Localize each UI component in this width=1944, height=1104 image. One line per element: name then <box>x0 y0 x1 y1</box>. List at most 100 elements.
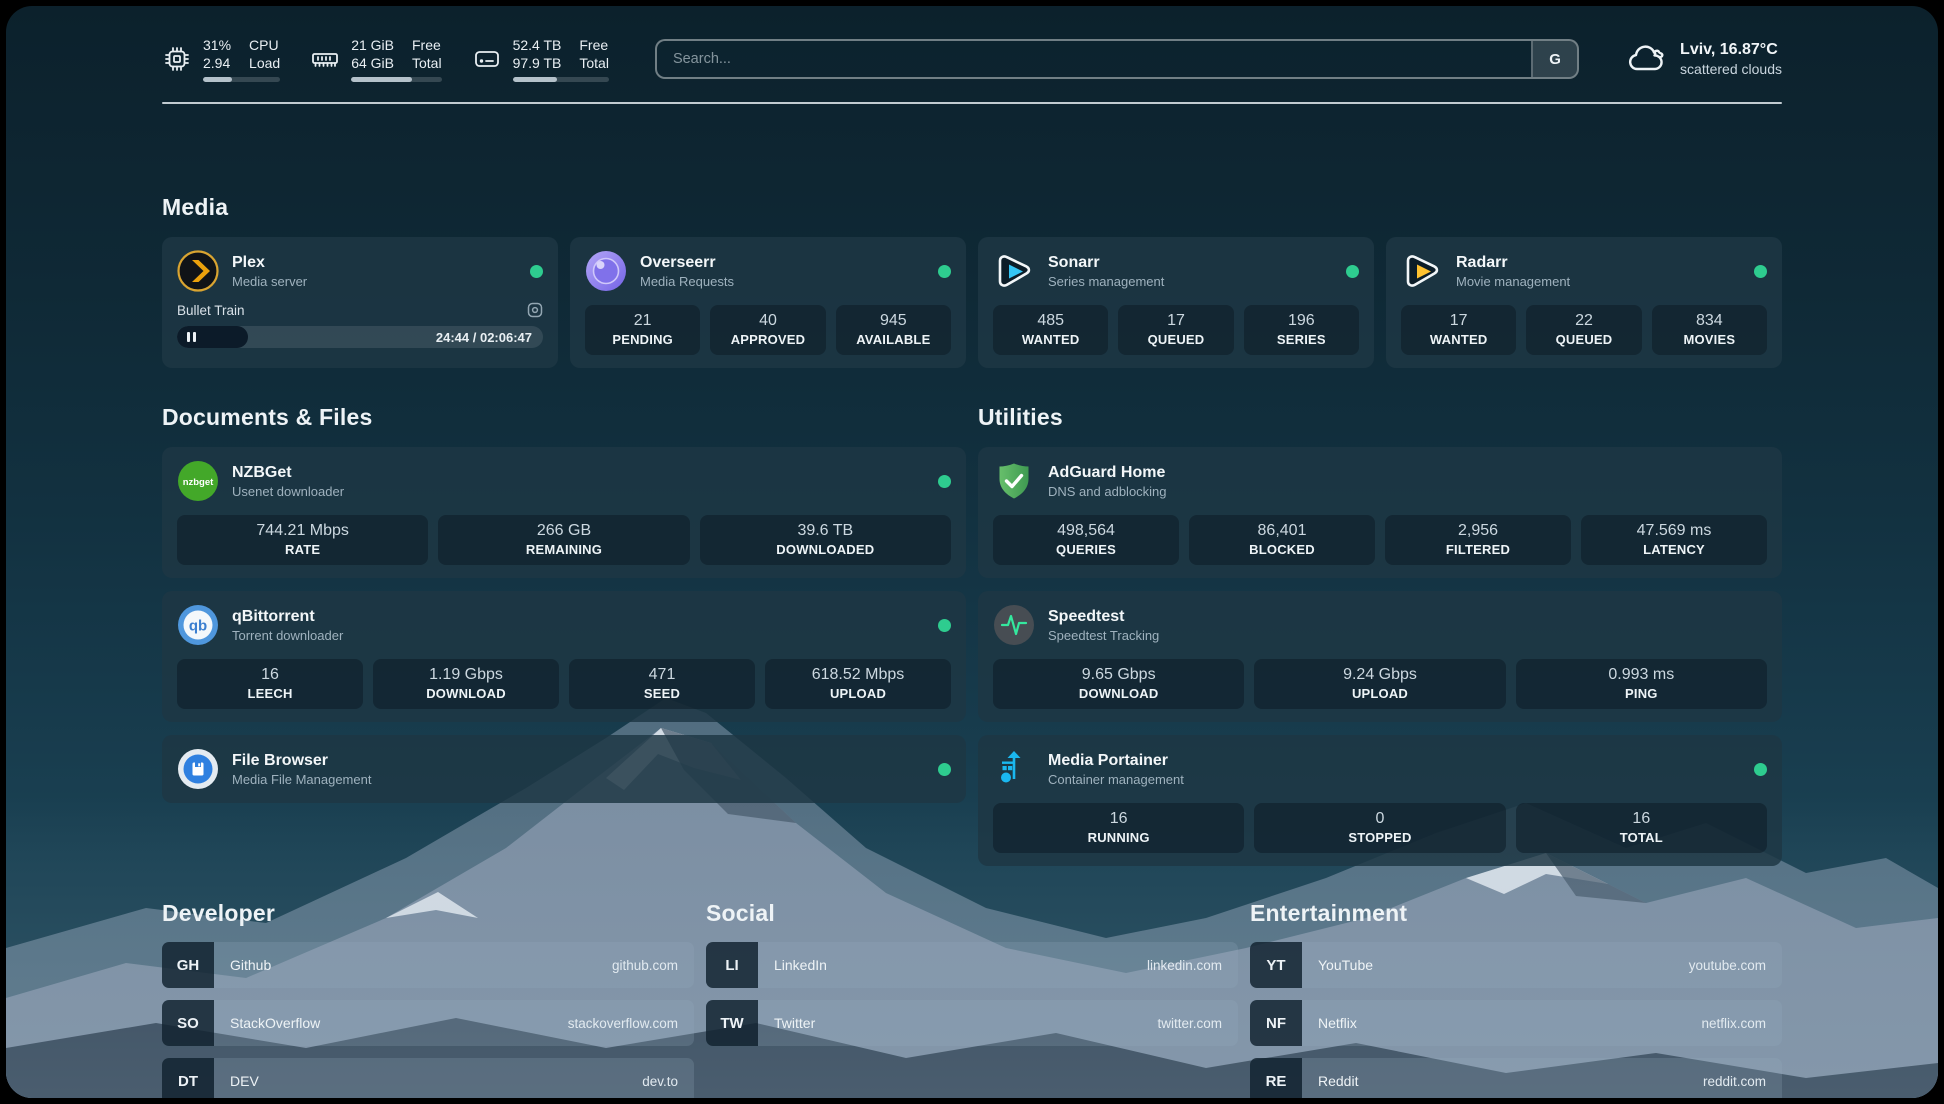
stat-label: QUEUED <box>1530 332 1637 347</box>
stat-queued: 22 QUEUED <box>1526 305 1641 355</box>
plex-name: Plex <box>232 254 307 272</box>
nzbget-status-dot <box>938 475 951 488</box>
memory-widget: 21 GiB 64 GiB Free Total <box>310 36 441 82</box>
stat-label: UPLOAD <box>1258 686 1501 701</box>
svg-text:qb: qb <box>189 618 207 635</box>
memory-progress-bar <box>351 77 441 82</box>
stat-label: UPLOAD <box>769 686 947 701</box>
adguard-name: AdGuard Home <box>1048 464 1167 482</box>
adguard-description: DNS and adblocking <box>1048 484 1167 499</box>
svg-text:nzbget: nzbget <box>183 477 214 488</box>
ram-stick-icon <box>310 44 340 74</box>
search-input[interactable] <box>657 41 1531 77</box>
adguard-card[interactable]: AdGuard Home DNS and adblocking 498,564 … <box>978 447 1782 578</box>
portainer-icon <box>993 748 1035 790</box>
nzbget-card[interactable]: nzbget NZBGet Usenet downloader 744.21 M… <box>162 447 966 578</box>
radarr-name: Radarr <box>1456 254 1570 272</box>
stat-value: 17 <box>1122 312 1229 330</box>
pause-icon <box>187 332 196 342</box>
stat-label: PING <box>1520 686 1763 701</box>
section-media: Media Plex Media server <box>162 194 1782 368</box>
media-grid: Plex Media server Bullet Train <box>162 237 1782 368</box>
stat-ping: 0.993 ms PING <box>1516 659 1767 709</box>
section-title-media: Media <box>162 194 1782 221</box>
bookmark-twitter[interactable]: TW Twitter twitter.com <box>706 1000 1238 1046</box>
stat-value: 618.52 Mbps <box>769 666 947 684</box>
section-utilities: Utilities AdGuard <box>978 404 1782 866</box>
qbittorrent-status-dot <box>938 619 951 632</box>
stat-value: 39.6 TB <box>704 522 947 540</box>
stat-label: RATE <box>181 542 424 557</box>
stat-value: 86,401 <box>1193 522 1371 540</box>
section-title-developer: Developer <box>162 900 694 927</box>
qbittorrent-icon: qb <box>177 604 219 646</box>
stat-remaining: 266 GB REMAINING <box>438 515 689 565</box>
stat-upload: 618.52 Mbps UPLOAD <box>765 659 951 709</box>
stat-label: DOWNLOADED <box>704 542 947 557</box>
plex-status-dot <box>530 265 543 278</box>
bookmark-abbr-badge: TW <box>706 1000 758 1046</box>
stat-label: APPROVED <box>714 332 821 347</box>
radarr-status-dot <box>1754 265 1767 278</box>
plex-card[interactable]: Plex Media server Bullet Train <box>162 237 558 368</box>
qbittorrent-card[interactable]: qb qBittorrent Torrent downloader 16 LEE… <box>162 591 966 722</box>
hard-drive-icon <box>472 44 502 74</box>
topbar-divider <box>162 102 1782 104</box>
bookmark-youtube[interactable]: YT YouTube youtube.com <box>1250 942 1782 988</box>
bookmark-abbr-badge: SO <box>162 1000 214 1046</box>
section-title-social: Social <box>706 900 1238 927</box>
cpu-load-label: Load <box>249 54 280 72</box>
cpu-progress-bar <box>203 77 280 82</box>
stat-value: 47.569 ms <box>1585 522 1763 540</box>
bookmark-name: Twitter <box>774 1015 815 1031</box>
stat-value: 834 <box>1656 312 1763 330</box>
portainer-name: Media Portainer <box>1048 752 1184 770</box>
plex-icon <box>177 250 219 292</box>
portainer-card[interactable]: Media Portainer Container management 16 … <box>978 735 1782 866</box>
filebrowser-card[interactable]: File Browser Media File Management <box>162 735 966 803</box>
search-provider-button[interactable]: G <box>1531 41 1577 77</box>
filebrowser-status-dot <box>938 763 951 776</box>
stat-value: 9.65 Gbps <box>997 666 1240 684</box>
dashboard-page: 31% 2.94 CPU Load <box>6 6 1938 1098</box>
bookmark-netflix[interactable]: NF Netflix netflix.com <box>1250 1000 1782 1046</box>
bookmark-dev[interactable]: DT DEV dev.to <box>162 1058 694 1098</box>
plex-now-playing: Bullet Train <box>177 302 543 318</box>
overseerr-name: Overseerr <box>640 254 734 272</box>
disk-total-label: Total <box>579 54 609 72</box>
stat-value: 21 <box>589 312 696 330</box>
bookmark-github[interactable]: GH Github github.com <box>162 942 694 988</box>
stat-label: FILTERED <box>1389 542 1567 557</box>
overseerr-status-dot <box>938 265 951 278</box>
stat-rate: 744.21 Mbps RATE <box>177 515 428 565</box>
bookmark-name: YouTube <box>1318 957 1373 973</box>
speedtest-icon <box>993 604 1035 646</box>
nzbget-icon: nzbget <box>177 460 219 502</box>
stat-approved: 40 APPROVED <box>710 305 825 355</box>
memory-free-value: 21 GiB <box>351 36 394 54</box>
stat-value: 0 <box>1258 810 1501 828</box>
stat-value: 744.21 Mbps <box>181 522 424 540</box>
bookmark-reddit[interactable]: RE Reddit reddit.com <box>1250 1058 1782 1098</box>
sonarr-card[interactable]: Sonarr Series management 485 WANTED 17 Q… <box>978 237 1374 368</box>
bookmark-name: Netflix <box>1318 1015 1357 1031</box>
stat-available: 945 AVAILABLE <box>836 305 951 355</box>
weather-widget: Lviv, 16.87°C scattered clouds <box>1625 38 1782 80</box>
radarr-card[interactable]: Radarr Movie management 17 WANTED 22 QUE… <box>1386 237 1782 368</box>
speedtest-card[interactable]: Speedtest Speedtest Tracking 9.65 Gbps D… <box>978 591 1782 722</box>
stat-download: 9.65 Gbps DOWNLOAD <box>993 659 1244 709</box>
stat-leech: 16 LEECH <box>177 659 363 709</box>
bookmark-stackoverflow[interactable]: SO StackOverflow stackoverflow.com <box>162 1000 694 1046</box>
memory-progress-fill <box>351 77 412 82</box>
search-bar[interactable]: G <box>655 39 1579 79</box>
bookmark-linkedin[interactable]: LI LinkedIn linkedin.com <box>706 942 1238 988</box>
disk-free-label: Free <box>579 36 609 54</box>
sonarr-icon <box>993 250 1035 292</box>
sonarr-status-dot <box>1346 265 1359 278</box>
stat-label: WANTED <box>1405 332 1512 347</box>
disk-free-value: 52.4 TB <box>513 36 562 54</box>
section-social: Social LI LinkedIn linkedin.com TW Twitt… <box>706 900 1238 1098</box>
stat-label: DOWNLOAD <box>997 686 1240 701</box>
stat-value: 16 <box>997 810 1240 828</box>
overseerr-card[interactable]: Overseerr Media Requests 21 PENDING 40 A… <box>570 237 966 368</box>
